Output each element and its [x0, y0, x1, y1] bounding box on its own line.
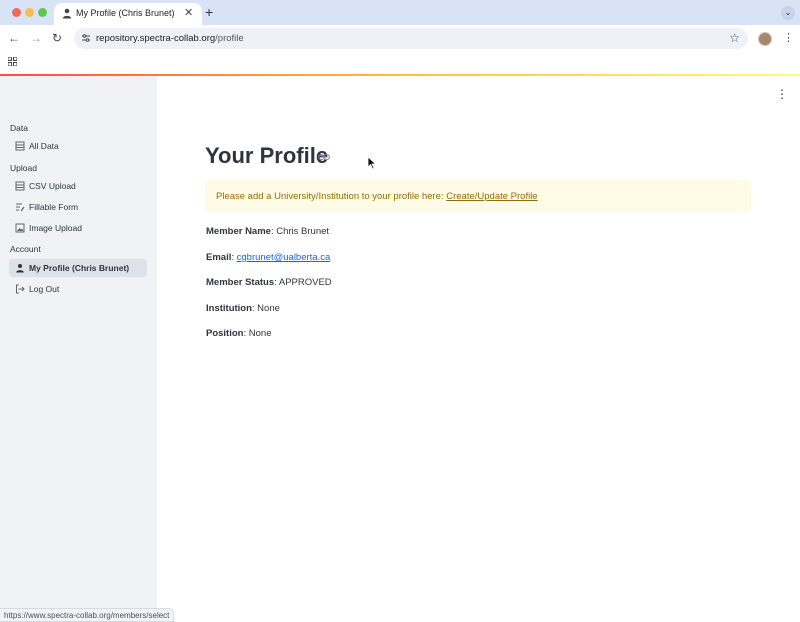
person-icon — [16, 264, 24, 273]
sidebar-section-account: Account — [10, 244, 41, 254]
alert-message: Please add a University/Institution to y… — [216, 191, 538, 202]
image-icon — [15, 223, 25, 233]
mouse-cursor-icon — [367, 156, 377, 170]
url-text: repository.spectra-collab.org/profile — [96, 33, 244, 44]
bookmark-star-icon[interactable]: ☆ — [729, 31, 740, 45]
sidebar-item-label: CSV Upload — [29, 181, 76, 191]
close-window-button[interactable] — [12, 8, 21, 17]
sidebar-item-label: Fillable Form — [29, 202, 79, 212]
apps-grid-icon[interactable] — [8, 57, 17, 66]
sidebar-item-label: All Data — [29, 141, 59, 151]
reload-icon[interactable]: ↻ — [52, 32, 62, 45]
table-icon — [15, 181, 25, 191]
forward-arrow-icon[interactable]: → — [30, 32, 42, 45]
address-bar[interactable]: repository.spectra-collab.org/profile ☆ — [74, 28, 748, 49]
sidebar-item-image-upload[interactable]: Image Upload — [9, 219, 147, 237]
page-title: Your Profile — [205, 143, 329, 168]
sidebar-item-my-profile[interactable]: My Profile (Chris Brunet) — [9, 259, 147, 277]
browser-toolbar: ← → ↻ repository.spectra-collab.org/prof… — [0, 25, 800, 52]
member-name-field: Member Name: Chris Brunet — [206, 226, 330, 237]
sidebar-item-label: Image Upload — [29, 223, 82, 233]
sidebar-section-data: Data — [10, 123, 28, 133]
sidebar-item-all-data[interactable]: All Data — [9, 137, 147, 155]
anchor-link-icon[interactable] — [318, 153, 330, 161]
site-info-icon[interactable] — [81, 33, 91, 43]
sidebar-item-label: Log Out — [29, 284, 60, 294]
profile-avatar[interactable] — [758, 32, 772, 46]
new-tab-button[interactable]: + — [205, 4, 213, 20]
sidebar-item-label: My Profile (Chris Brunet) — [29, 263, 130, 273]
bookmarks-bar — [0, 52, 800, 74]
logout-icon — [16, 284, 25, 294]
email-link[interactable]: cgbrunet@ualberta.ca — [237, 252, 331, 263]
close-tab-icon[interactable]: ✕ — [184, 6, 193, 20]
tab-search-chevron-icon[interactable]: ⌄ — [781, 6, 795, 20]
member-status-field: Member Status: APPROVED — [206, 277, 332, 288]
sidebar-item-log-out[interactable]: Log Out — [9, 280, 147, 298]
maximize-window-button[interactable] — [38, 8, 47, 17]
main-menu-icon[interactable]: ⋮ — [776, 87, 788, 101]
institution-field: Institution: None — [206, 303, 280, 314]
person-icon — [62, 8, 72, 19]
warning-alert: Please add a University/Institution to y… — [205, 180, 751, 212]
table-icon — [15, 141, 25, 151]
form-icon — [16, 203, 25, 212]
sidebar-section-upload: Upload — [10, 163, 37, 173]
sidebar-item-csv-upload[interactable]: CSV Upload — [9, 177, 147, 195]
sidebar — [0, 76, 157, 622]
create-update-profile-link[interactable]: Create/Update Profile — [446, 191, 537, 202]
minimize-window-button[interactable] — [25, 8, 34, 17]
sidebar-item-fillable-form[interactable]: Fillable Form — [9, 198, 147, 216]
browser-tab[interactable]: My Profile (Chris Brunet) ✕ — [54, 3, 202, 25]
email-field: Email: cgbrunet@ualberta.ca — [206, 252, 331, 263]
position-field: Position: None — [206, 328, 272, 339]
browser-menu-icon[interactable]: ⋮ — [783, 31, 794, 44]
link-status-bar: https://www.spectra-collab.org/members/s… — [0, 608, 175, 622]
browser-titlebar: My Profile (Chris Brunet) ✕ + ⌄ — [0, 0, 800, 25]
back-arrow-icon[interactable]: ← — [8, 32, 20, 45]
tab-title: My Profile (Chris Brunet) — [76, 8, 175, 18]
